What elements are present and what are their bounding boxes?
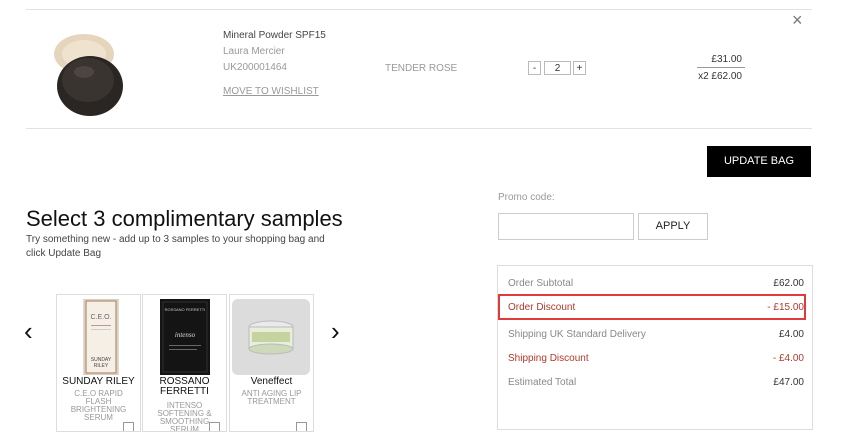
- quantity-increase-button[interactable]: +: [573, 61, 586, 75]
- sample-brand: SUNDAY RILEY: [62, 376, 135, 387]
- order-subtotal-row: Order Subtotal £62.00: [508, 278, 804, 289]
- product-bottom-divider: [26, 128, 812, 129]
- promo-code-input[interactable]: [498, 213, 634, 240]
- product-shade: TENDER ROSE: [385, 63, 458, 74]
- quantity-decrease-button[interactable]: -: [528, 61, 541, 75]
- svg-text:ROSSANO FERRETTI: ROSSANO FERRETTI: [165, 307, 206, 312]
- samples-subtitle: Try something new - add up to 3 samples …: [26, 234, 325, 259]
- order-discount-row: Order Discount - £15.00: [508, 302, 804, 313]
- shipping-value: £4.00: [778, 329, 804, 340]
- carousel-next-arrow[interactable]: ›: [331, 318, 340, 344]
- shipping-discount-row: Shipping Discount - £4.00: [508, 353, 804, 364]
- promo-code-label: Promo code:: [498, 192, 555, 203]
- sample-brand: Veneffect: [250, 376, 293, 387]
- sample-image: ROSSANO FERRETTI intenso: [155, 299, 214, 375]
- product-sku: UK200001464: [223, 62, 287, 73]
- close-icon[interactable]: ×: [792, 11, 803, 29]
- price-divider: [697, 67, 745, 68]
- sample-checkbox[interactable]: [296, 422, 307, 431]
- estimated-total-row: Estimated Total £47.00: [508, 377, 804, 388]
- sample-card[interactable]: ROSSANO FERRETTI intenso ROSSANO FERRETT…: [142, 294, 227, 432]
- product-image: [40, 24, 130, 120]
- sample-brand: ROSSANO FERRETTI: [159, 376, 210, 397]
- move-to-wishlist-link[interactable]: MOVE TO WISHLIST: [223, 86, 319, 97]
- sample-checkbox[interactable]: [209, 422, 220, 431]
- sample-checkbox[interactable]: [123, 422, 134, 431]
- apply-promo-button[interactable]: APPLY: [638, 213, 708, 240]
- carousel-prev-arrow[interactable]: ‹: [24, 318, 33, 344]
- top-divider: [26, 9, 812, 10]
- shipping-discount-value: - £4.00: [772, 353, 804, 364]
- order-discount-label: Order Discount: [508, 302, 576, 313]
- shipping-discount-label: Shipping Discount: [508, 353, 589, 364]
- order-summary-box: [497, 265, 813, 430]
- estimated-total-value: £47.00: [773, 377, 804, 388]
- samples-title: Select 3 complimentary samples: [26, 206, 343, 231]
- sample-description: C.E.O RAPID FLASH BRIGHTENING SERUM: [70, 389, 127, 422]
- estimated-total-label: Estimated Total: [508, 377, 577, 388]
- order-subtotal-label: Order Subtotal: [508, 278, 574, 289]
- sample-image: C.E.O. SUNDAY RILEY: [69, 298, 128, 376]
- line-total: x2 £62.00: [698, 71, 742, 82]
- svg-text:RILEY: RILEY: [94, 363, 109, 369]
- sample-card[interactable]: C.E.O. SUNDAY RILEY SUNDAY RILEY C.E.O R…: [56, 294, 141, 432]
- sample-card[interactable]: Veneffect ANTI AGING LIP TREATMENT: [229, 294, 314, 432]
- quantity-input[interactable]: 2: [544, 61, 571, 75]
- unit-price: £31.00: [711, 54, 742, 65]
- update-bag-button[interactable]: UPDATE BAG: [707, 146, 811, 177]
- svg-text:intenso: intenso: [175, 331, 196, 339]
- sample-image: [232, 299, 310, 375]
- shipping-label: Shipping UK Standard Delivery: [508, 329, 646, 340]
- order-subtotal-value: £62.00: [773, 278, 804, 289]
- order-discount-value: - £15.00: [767, 302, 804, 313]
- shipping-row: Shipping UK Standard Delivery £4.00: [508, 329, 804, 340]
- product-name: Mineral Powder SPF15: [223, 30, 326, 41]
- svg-text:C.E.O.: C.E.O.: [90, 314, 111, 321]
- product-brand: Laura Mercier: [223, 46, 285, 57]
- sample-description: ANTI AGING LIP TREATMENT: [241, 389, 302, 406]
